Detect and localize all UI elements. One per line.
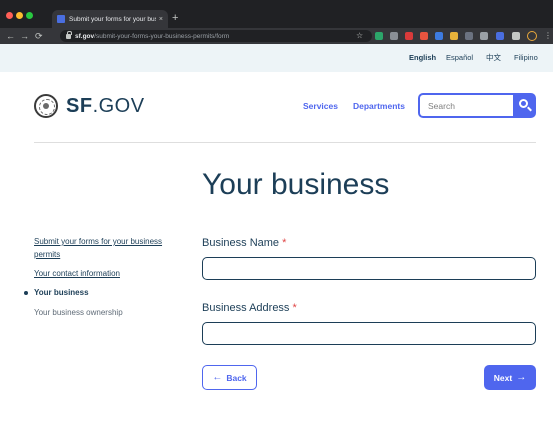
business-name-input[interactable]: [202, 257, 536, 280]
minimize-window-icon[interactable]: [16, 12, 23, 19]
nav-services-link[interactable]: Services: [303, 100, 338, 112]
language-bar: English Español 中文 Filipino: [0, 44, 553, 72]
extension-icon[interactable]: [496, 32, 504, 40]
maximize-window-icon[interactable]: [26, 12, 33, 19]
back-arrow-icon[interactable]: ←: [6, 29, 15, 43]
arrow-right-icon: →: [516, 371, 527, 383]
url-path: /submit-your-forms-your-business-permits…: [94, 32, 230, 40]
lock-icon: [66, 30, 72, 39]
search-button[interactable]: [513, 93, 536, 118]
extension-icon[interactable]: [390, 32, 398, 40]
sidebar-item-submit-forms[interactable]: Submit your forms for your business perm…: [34, 235, 164, 261]
logo-text: SF.GOV: [66, 95, 145, 117]
profile-avatar-icon[interactable]: [527, 31, 537, 41]
extension-icon[interactable]: [480, 32, 488, 40]
header-divider: [34, 142, 536, 143]
business-address-label: Business Address *: [202, 301, 297, 315]
extension-icon[interactable]: [465, 32, 473, 40]
close-window-icon[interactable]: [6, 12, 13, 19]
address-bar[interactable]: sf.gov /submit-your-forms-your-business-…: [60, 30, 372, 42]
sfgov-favicon-icon: [57, 15, 65, 23]
city-seal-icon: [34, 94, 58, 118]
business-address-input[interactable]: [202, 322, 536, 345]
back-button[interactable]: ← Back: [202, 365, 257, 390]
site-search: [418, 93, 536, 118]
extension-icon[interactable]: [450, 32, 458, 40]
extension-icon[interactable]: [420, 32, 428, 40]
lang-filipino[interactable]: Filipino: [514, 53, 538, 63]
browser-menu-icon[interactable]: ⋮: [544, 30, 552, 42]
lang-espanol[interactable]: Español: [446, 53, 473, 63]
business-name-label-text: Business Name: [202, 237, 280, 249]
tab-title: Submit your forms for your bus: [69, 15, 156, 23]
extension-icon[interactable]: [405, 32, 413, 40]
search-input[interactable]: [418, 93, 513, 118]
extension-icon[interactable]: [435, 32, 443, 40]
lang-english[interactable]: English: [409, 53, 436, 63]
sidebar-item-your-business: Your business: [24, 288, 89, 297]
reload-icon[interactable]: ⟳: [35, 29, 43, 43]
extension-icon[interactable]: [375, 32, 383, 40]
sidebar-item-business-ownership: Your business ownership: [34, 308, 123, 317]
url-host: sf.gov: [75, 32, 95, 40]
browser-chrome: Submit your forms for your bus × + ← → ⟳…: [0, 0, 553, 44]
new-tab-icon[interactable]: +: [172, 11, 178, 25]
logo-text-rest: .GOV: [92, 95, 145, 117]
sidebar-item-contact-information[interactable]: Your contact information: [34, 267, 120, 280]
nav-departments-link[interactable]: Departments: [353, 100, 405, 112]
page: English Español 中文 Filipino SF.GOV Servi…: [0, 44, 553, 441]
required-marker: *: [282, 237, 287, 249]
tab-close-icon[interactable]: ×: [159, 16, 163, 23]
tab-strip: Submit your forms for your bus × +: [0, 0, 553, 28]
search-icon: [519, 99, 528, 108]
next-button[interactable]: Next →: [484, 365, 536, 390]
business-address-label-text: Business Address: [202, 302, 290, 314]
required-marker: *: [292, 302, 297, 314]
arrow-left-icon: ←: [212, 371, 223, 383]
bookmark-star-icon[interactable]: ☆: [356, 31, 363, 41]
back-button-label: Back: [226, 372, 247, 383]
business-name-label: Business Name *: [202, 236, 286, 250]
next-button-label: Next: [493, 372, 513, 383]
browser-tab[interactable]: Submit your forms for your bus ×: [52, 10, 168, 28]
browser-toolbar: ← → ⟳ sf.gov /submit-your-forms-your-bus…: [0, 28, 553, 44]
forward-arrow-icon[interactable]: →: [20, 29, 29, 43]
sfgov-logo[interactable]: SF.GOV: [34, 92, 164, 120]
logo-text-bold: SF: [66, 95, 93, 117]
page-title: Your business: [202, 168, 390, 201]
lang-chinese[interactable]: 中文: [486, 53, 501, 63]
puzzle-extensions-icon[interactable]: [512, 32, 520, 40]
